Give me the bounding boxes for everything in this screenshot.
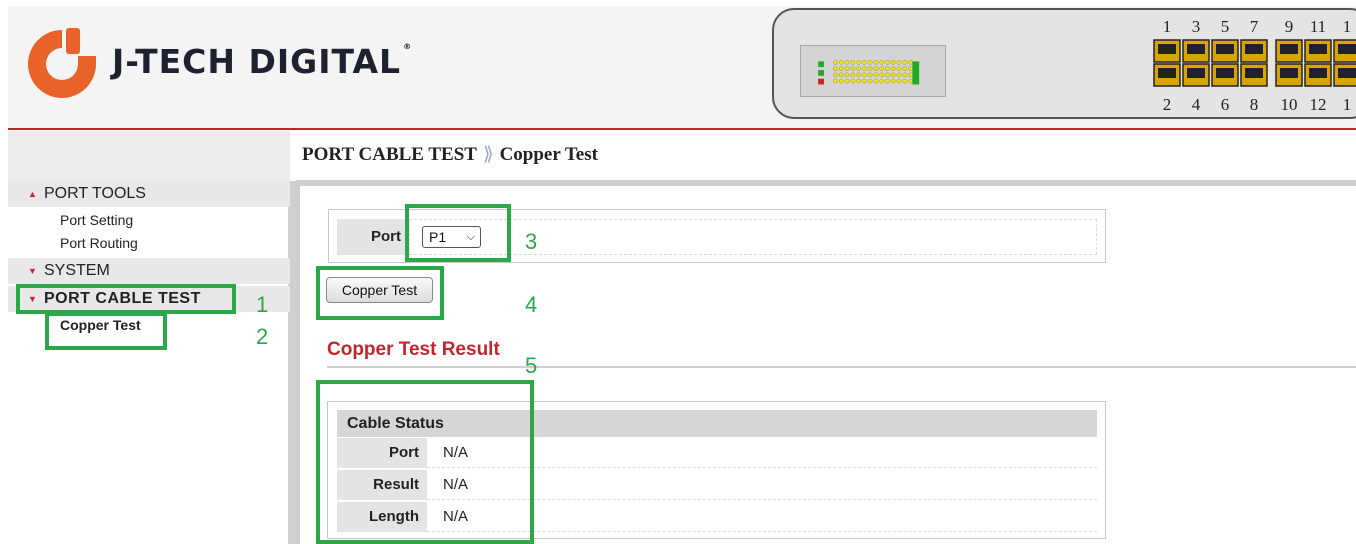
port-number-top: 1 bbox=[1163, 17, 1172, 36]
annotation-box-1 bbox=[16, 284, 236, 314]
port-number-bottom: 2 bbox=[1163, 95, 1172, 114]
chevron-down-icon: ▼ bbox=[28, 266, 37, 276]
header-divider bbox=[8, 128, 1356, 130]
port-number-top: 9 bbox=[1285, 17, 1294, 36]
annotation-number-3: 3 bbox=[525, 229, 538, 254]
port-number-top: 1 bbox=[1343, 17, 1352, 36]
app-window: J-TECH DIGITAL ® 1 2 3 4 5 6 7 8 9 10 11 12 1 1 PORT C… bbox=[0, 0, 1356, 544]
annotation-box-3 bbox=[405, 204, 511, 262]
port-number-top: 7 bbox=[1250, 17, 1259, 36]
result-divider bbox=[327, 366, 1356, 368]
annotation-box-5 bbox=[316, 380, 534, 544]
chevron-up-icon: ▲ bbox=[28, 189, 37, 199]
device-led-panel-icon bbox=[800, 45, 946, 97]
sidebar-section-label: PORT TOOLS bbox=[44, 185, 146, 202]
breadcrumb-spacer bbox=[8, 131, 290, 181]
port-number-bottom: 6 bbox=[1221, 95, 1230, 114]
brand-name: J-TECH DIGITAL ® bbox=[112, 42, 413, 81]
annotation-number-1: 1 bbox=[256, 292, 269, 317]
sidebar-item-port-setting[interactable]: Port Setting bbox=[60, 212, 133, 228]
port-number-top: 11 bbox=[1310, 17, 1326, 36]
j-tech-logo-icon bbox=[28, 28, 96, 98]
port-label: Port bbox=[337, 219, 409, 255]
port-number-top: 3 bbox=[1192, 17, 1201, 36]
breadcrumb-page: Copper Test bbox=[499, 144, 598, 165]
port-number-bottom: 1 bbox=[1343, 95, 1352, 114]
sidebar bbox=[8, 181, 290, 544]
breadcrumb-section: PORT CABLE TEST bbox=[302, 144, 477, 165]
sidebar-scrollbar[interactable] bbox=[288, 181, 300, 544]
sidebar-section-system[interactable]: ▼ SYSTEM bbox=[8, 258, 290, 284]
content-divider bbox=[296, 180, 1356, 186]
sidebar-section-port-tools[interactable]: ▲ PORT TOOLS bbox=[8, 181, 290, 207]
port-number-top: 5 bbox=[1221, 17, 1230, 36]
annotation-number-2: 2 bbox=[256, 324, 269, 349]
port-value-cell bbox=[409, 219, 1097, 255]
device-ports: 1 2 3 4 5 6 7 8 9 10 11 12 1 1 bbox=[1150, 14, 1356, 114]
breadcrumb-separator-icon: ⟫ bbox=[482, 144, 494, 165]
annotation-box-4 bbox=[316, 266, 444, 320]
port-number-bottom: 8 bbox=[1250, 95, 1259, 114]
breadcrumb: PORT CABLE TEST ⟫ Copper Test bbox=[302, 143, 598, 166]
result-title: Copper Test Result bbox=[327, 339, 500, 360]
annotation-number-4: 4 bbox=[525, 292, 538, 317]
port-number-bottom: 12 bbox=[1310, 95, 1327, 114]
port-number-bottom: 10 bbox=[1281, 95, 1298, 114]
sidebar-item-port-routing[interactable]: Port Routing bbox=[60, 235, 138, 251]
sidebar-section-label: SYSTEM bbox=[44, 262, 110, 279]
ethernet-ports-icon: 12345678910111211 bbox=[1153, 17, 1356, 114]
annotation-number-5: 5 bbox=[525, 353, 538, 378]
port-number-bottom: 4 bbox=[1192, 95, 1201, 114]
annotation-box-2 bbox=[45, 312, 167, 350]
